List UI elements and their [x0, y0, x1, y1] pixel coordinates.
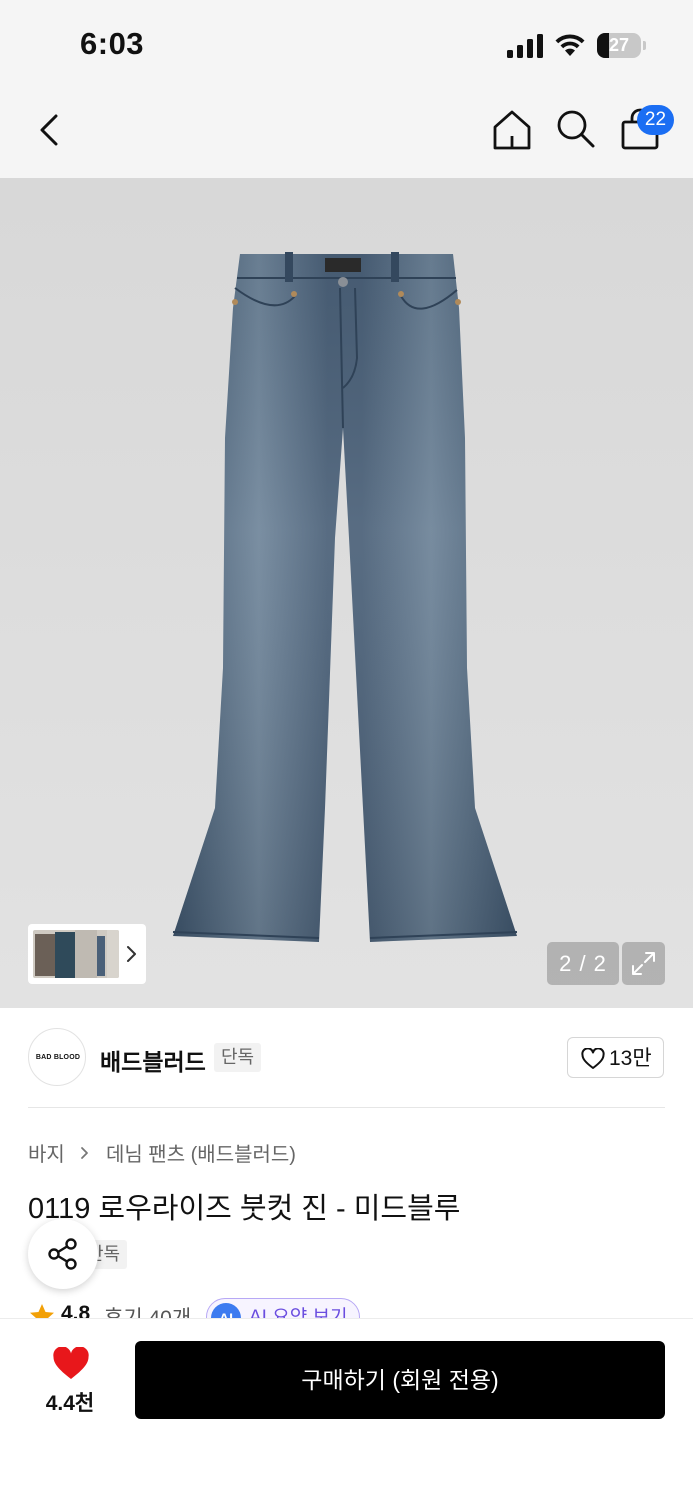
back-button[interactable]	[30, 110, 70, 150]
share-icon	[48, 1238, 77, 1270]
chevron-right-icon	[81, 1146, 89, 1159]
product-image-gallery[interactable]: 2 / 2	[0, 178, 693, 1008]
brand-exclusive-tag: 단독	[214, 1043, 262, 1072]
image-page-counter: 2 / 2	[547, 942, 619, 985]
status-time: 6:03	[80, 26, 145, 61]
brand-name[interactable]: 배드블러드	[100, 1043, 206, 1077]
expand-icon	[632, 952, 655, 975]
cellular-signal-icon	[507, 34, 543, 58]
thumbnail-image[interactable]	[33, 930, 119, 978]
breadcrumb-category[interactable]: 바지	[28, 1144, 65, 1166]
breadcrumb-subcategory[interactable]: 데님 팬츠 (배드블러드)	[106, 1144, 296, 1166]
thumbnail-strip[interactable]	[28, 924, 146, 984]
rating-row: 4.8 후기 40개 AI AI 요약 보기	[28, 1298, 668, 1320]
brand-row: BAD BLOOD 배드블러드 단독 13만	[0, 1008, 693, 1108]
heart-filled-icon[interactable]	[52, 1347, 90, 1381]
product-title: 0119 로우라이즈 붓컷 진 - 미드블루	[28, 1193, 461, 1225]
brand-like-button[interactable]: 13만	[567, 1037, 664, 1078]
share-button[interactable]	[28, 1219, 98, 1289]
product-photo-jeans	[172, 252, 518, 942]
ai-summary-button[interactable]: AI AI 요약 보기	[206, 1298, 361, 1320]
wifi-icon	[555, 34, 585, 56]
cart-count-badge: 22	[637, 105, 674, 135]
expand-button[interactable]	[622, 942, 665, 985]
top-nav-bar	[0, 90, 693, 178]
search-icon[interactable]	[555, 108, 597, 150]
battery-level: 27	[608, 35, 630, 55]
status-bar: 6:03 27	[0, 0, 693, 90]
product-detail-page: 6:03 27 22 2 / 2 BAD BLOOD 배드블러드 단독 13만 …	[0, 0, 693, 1500]
bottom-purchase-bar: 4.4천 구매하기 (회원 전용)	[0, 1318, 693, 1500]
buy-button[interactable]: 구매하기 (회원 전용)	[135, 1341, 665, 1419]
divider	[28, 1107, 665, 1108]
chevron-right-icon[interactable]	[123, 942, 141, 966]
heart-outline-icon	[581, 1048, 605, 1069]
brand-logo[interactable]: BAD BLOOD	[28, 1028, 86, 1086]
breadcrumb: 바지 데님 팬츠 (배드블러드)	[28, 1138, 296, 1166]
brand-like-count: 13만	[609, 1047, 652, 1070]
home-icon[interactable]	[490, 108, 534, 152]
wish-count: 4.4천	[45, 1392, 95, 1415]
battery-indicator: 27	[597, 33, 647, 59]
